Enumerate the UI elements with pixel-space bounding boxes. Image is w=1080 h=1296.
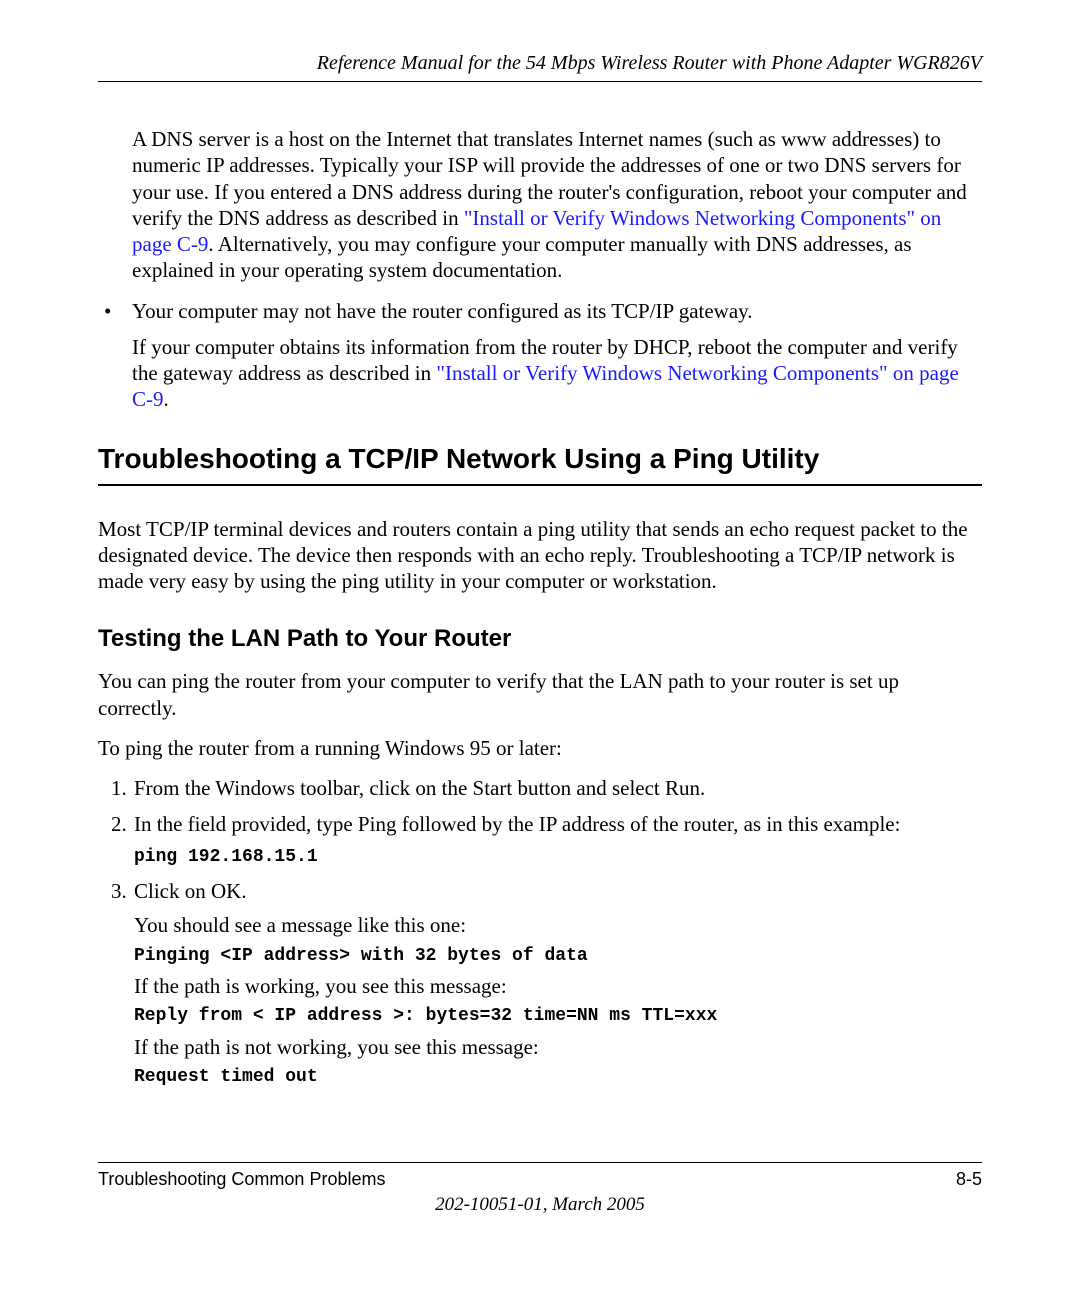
page-footer: Troubleshooting Common Problems 8-5 202-… xyxy=(98,1154,982,1216)
bullet-paragraph: If your computer obtains its information… xyxy=(132,334,982,413)
footer-rule xyxy=(98,1162,982,1163)
step-result-notworking: If the path is not working, you see this… xyxy=(134,1034,982,1060)
step-3: Click on OK. You should see a message li… xyxy=(132,878,982,1089)
text: . xyxy=(164,387,169,411)
section-heading-ping: Troubleshooting a TCP/IP Network Using a… xyxy=(98,441,982,486)
code-ping-command: ping 192.168.15.1 xyxy=(134,846,982,869)
footer-document-id: 202-10051-01, March 2005 xyxy=(98,1194,982,1216)
section-intro-paragraph: Most TCP/IP terminal devices and routers… xyxy=(98,516,982,595)
code-reply-output: Reply from < IP address >: bytes=32 time… xyxy=(134,1005,982,1028)
step-text: From the Windows toolbar, click on the S… xyxy=(134,776,705,800)
text: . Alternatively, you may configure your … xyxy=(132,232,912,282)
code-timeout-output: Request timed out xyxy=(134,1066,982,1089)
step-text: Click on OK. xyxy=(134,879,247,903)
footer-page-number: 8-5 xyxy=(956,1169,982,1190)
step-1: From the Windows toolbar, click on the S… xyxy=(132,775,982,801)
lan-paragraph-2: To ping the router from a running Window… xyxy=(98,735,982,761)
page: Reference Manual for the 54 Mbps Wireles… xyxy=(0,0,1080,1296)
bullet-list: Your computer may not have the router co… xyxy=(98,298,982,413)
footer-chapter: Troubleshooting Common Problems xyxy=(98,1169,385,1190)
bullet-item-gateway: Your computer may not have the router co… xyxy=(98,298,982,413)
step-2: In the field provided, type Ping followe… xyxy=(132,811,982,868)
running-header: Reference Manual for the 54 Mbps Wireles… xyxy=(98,52,982,75)
lan-paragraph-1: You can ping the router from your comput… xyxy=(98,668,982,721)
code-pinging-output: Pinging <IP address> with 32 bytes of da… xyxy=(134,945,982,968)
steps-list: From the Windows toolbar, click on the S… xyxy=(98,775,982,1089)
step-text: In the field provided, type Ping followe… xyxy=(134,812,900,836)
step-result-intro: You should see a message like this one: xyxy=(134,912,982,938)
subsection-heading-lan-path: Testing the LAN Path to Your Router xyxy=(98,624,982,654)
bullet-heading: Your computer may not have the router co… xyxy=(132,298,982,324)
dns-paragraph: A DNS server is a host on the Internet t… xyxy=(132,126,982,284)
step-result-working: If the path is working, you see this mes… xyxy=(134,973,982,999)
body: A DNS server is a host on the Internet t… xyxy=(98,82,982,1089)
